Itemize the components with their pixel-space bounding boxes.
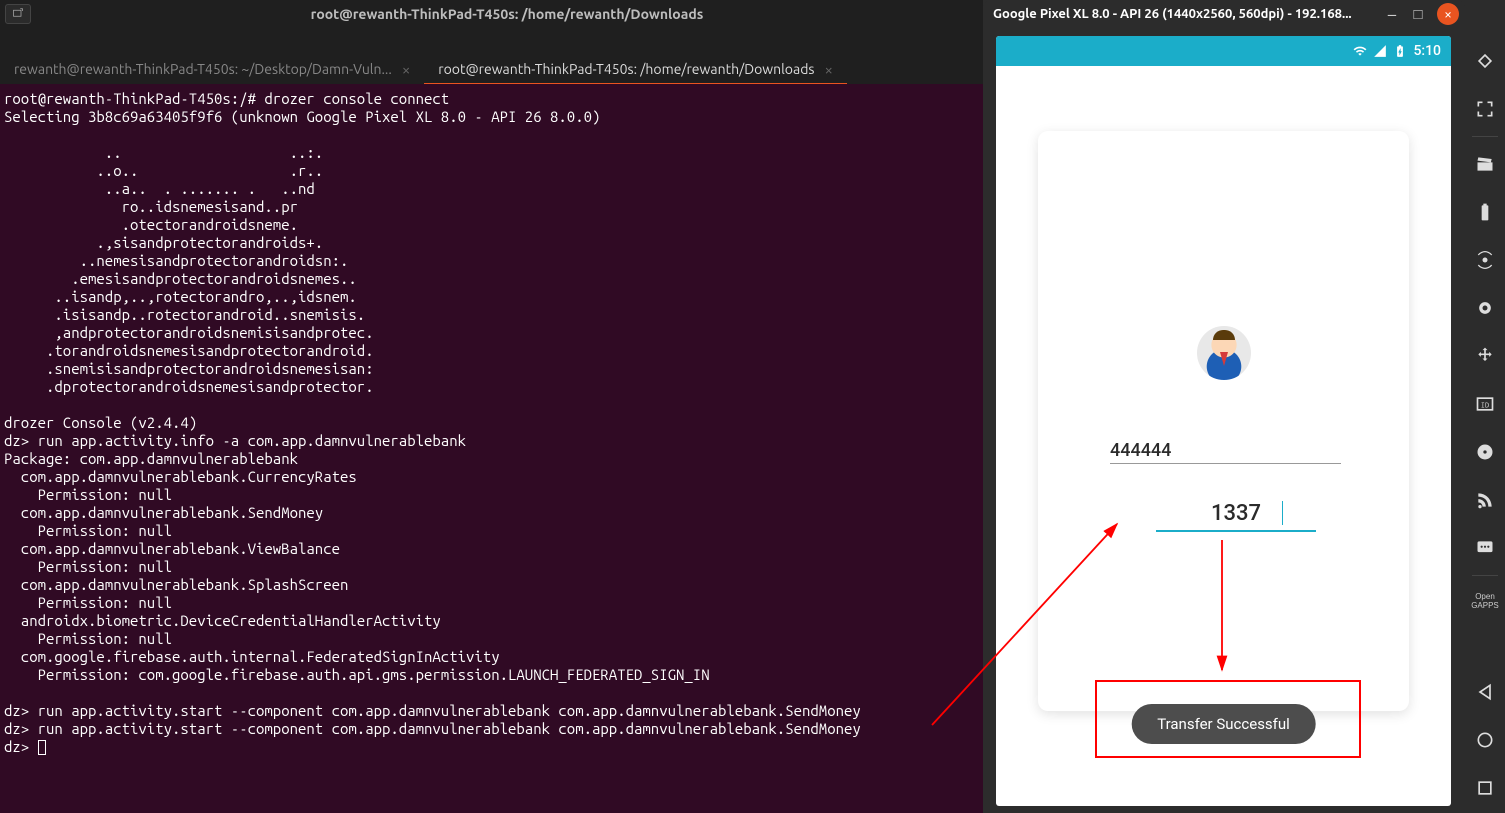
terminal-tab-inactive[interactable]: rewanth@rewanth-ThinkPad-T450s: ~/Deskto… (0, 54, 424, 84)
sms-icon[interactable] (1474, 537, 1496, 559)
close-button[interactable]: × (1437, 3, 1459, 25)
emulator-window-title: Google Pixel XL 8.0 - API 26 (1440x2560,… (983, 7, 1379, 21)
open-gapps-button[interactable]: Open GAPPS (1465, 592, 1505, 610)
clapboard-icon[interactable] (1474, 153, 1496, 175)
terminal-output[interactable]: root@rewanth-ThinkPad-T450s:/# drozer co… (0, 84, 983, 813)
tab-label: rewanth@rewanth-ThinkPad-T450s: ~/Deskto… (14, 61, 392, 77)
android-home-icon[interactable] (1474, 729, 1496, 751)
emulator-window-titlebar: Google Pixel XL 8.0 - API 26 (1440x2560,… (983, 0, 1465, 28)
fullscreen-icon[interactable] (1474, 98, 1496, 120)
tab-label: root@rewanth-ThinkPad-T450s: /home/rewan… (438, 61, 814, 77)
android-status-bar: 5:10 (996, 36, 1451, 66)
status-time: 5:10 (1413, 43, 1441, 59)
emulator-side-toolbar: ID Open GAPPS (1465, 36, 1505, 813)
terminal-tab-active[interactable]: root@rewanth-ThinkPad-T450s: /home/rewan… (424, 54, 847, 84)
terminal-window-titlebar: root@rewanth-ThinkPad-T450s: /home/rewan… (0, 0, 983, 28)
minimize-button[interactable]: — (1379, 6, 1405, 23)
emulator-device-screen[interactable]: 5:10 Transfer Successful (996, 36, 1451, 806)
disc-icon[interactable] (1474, 441, 1496, 463)
android-back-icon[interactable] (1474, 681, 1496, 703)
terminal-cursor (38, 740, 46, 755)
amount-field[interactable] (1156, 497, 1316, 532)
terminal-new-tab-button[interactable] (5, 4, 31, 24)
move-icon[interactable] (1474, 345, 1496, 367)
rotate-icon[interactable] (1474, 50, 1496, 72)
gps-icon[interactable] (1474, 249, 1496, 271)
battery-icon (1393, 44, 1407, 58)
signal-icon (1373, 44, 1387, 58)
avatar (1197, 326, 1251, 380)
svg-text:ID: ID (1481, 401, 1489, 409)
toast-message: Transfer Successful (1131, 704, 1316, 744)
terminal-tab-bar: rewanth@rewanth-ThinkPad-T450s: ~/Deskto… (0, 28, 983, 84)
text-caret (1282, 501, 1284, 525)
maximize-button[interactable]: □ (1405, 5, 1431, 24)
account-number-field[interactable] (1110, 438, 1341, 464)
wifi-icon (1353, 44, 1367, 58)
android-recents-icon[interactable] (1474, 777, 1496, 799)
battery-icon[interactable] (1474, 201, 1496, 223)
rss-icon[interactable] (1474, 489, 1496, 511)
close-icon[interactable]: × (402, 61, 410, 78)
camera-icon[interactable] (1474, 297, 1496, 319)
id-icon[interactable]: ID (1474, 393, 1496, 415)
close-icon[interactable]: × (824, 61, 832, 78)
transfer-card (1038, 131, 1409, 711)
terminal-window-title: root@rewanth-ThinkPad-T450s: /home/rewan… (31, 6, 983, 22)
